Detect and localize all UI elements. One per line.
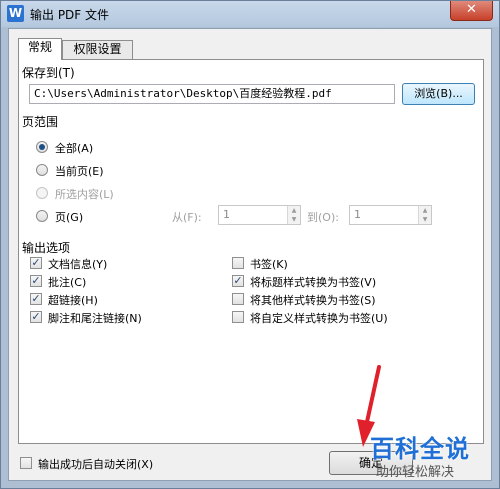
output-options-label: 输出选项 — [22, 239, 74, 256]
checkbox-hyperlinks[interactable]: ✓ — [30, 293, 42, 305]
close-button[interactable]: ✕ — [450, 1, 493, 21]
browse-button[interactable]: 浏览(B)... — [402, 83, 475, 105]
tab-permissions[interactable]: 权限设置 — [62, 40, 133, 59]
to-page-stepper[interactable]: 1 ▲ ▼ — [349, 205, 432, 225]
page-range-label: 页范围 — [22, 113, 62, 130]
to-label: 到(O): — [307, 211, 339, 224]
save-to-divider — [86, 73, 476, 74]
checkbox-comments-label: 批注(C) — [48, 276, 87, 289]
checkbox-heading-bookmarks-label: 将标题样式转换为书签(V) — [250, 276, 377, 289]
watermark-subtitle: 助你轻松解决 — [376, 465, 455, 480]
dialog-body: 常规 权限设置 保存到(T) C:\Users\Administrator\De… — [8, 28, 492, 481]
checkbox-doc-info-label: 文档信息(Y) — [48, 258, 108, 271]
from-label: 从(F): — [172, 211, 202, 224]
wps-app-icon: W — [7, 5, 24, 22]
checkbox-footnote-links-label: 脚注和尾注链接(N) — [48, 312, 142, 325]
from-page-value: 1 — [223, 208, 230, 221]
radio-selection-label: 所选内容(L) — [55, 188, 114, 201]
radio-all-label: 全部(A) — [55, 142, 94, 155]
checkbox-doc-info[interactable]: ✓ — [30, 257, 42, 269]
checkbox-auto-close-label: 输出成功后自动关闭(X) — [38, 458, 154, 471]
checkbox-custom-style-bookmarks[interactable] — [232, 311, 244, 323]
window-title: 输出 PDF 文件 — [30, 8, 110, 22]
tab-general[interactable]: 常规 — [18, 38, 62, 60]
radio-all[interactable] — [36, 141, 48, 153]
checkbox-bookmarks-label: 书签(K) — [250, 258, 288, 271]
title-bar[interactable]: W 输出 PDF 文件 ✕ — [1, 1, 499, 27]
watermark-title: 百科全说 — [370, 435, 470, 463]
from-page-stepper[interactable]: 1 ▲ ▼ — [218, 205, 301, 225]
from-spin-arrows-icon[interactable]: ▲ ▼ — [287, 206, 300, 224]
radio-selection[interactable] — [36, 187, 48, 199]
checkbox-comments[interactable]: ✓ — [30, 275, 42, 287]
save-path-input[interactable]: C:\Users\Administrator\Desktop\百度经验教程.pd… — [29, 84, 395, 104]
radio-current-page[interactable] — [36, 164, 48, 176]
radio-current-page-label: 当前页(E) — [55, 165, 104, 178]
general-panel: 保存到(T) C:\Users\Administrator\Desktop\百度… — [18, 59, 484, 444]
checkbox-bookmarks[interactable] — [232, 257, 244, 269]
checkbox-heading-bookmarks[interactable]: ✓ — [232, 275, 244, 287]
output-options-divider — [77, 248, 476, 249]
checkbox-other-style-bookmarks[interactable] — [232, 293, 244, 305]
checkbox-footnote-links[interactable]: ✓ — [30, 311, 42, 323]
checkbox-custom-style-bookmarks-label: 将自定义样式转换为书签(U) — [250, 312, 388, 325]
export-pdf-dialog: W 输出 PDF 文件 ✕ 常规 权限设置 保存到(T) C:\Users\Ad… — [0, 0, 500, 489]
to-spin-arrows-icon[interactable]: ▲ ▼ — [418, 206, 431, 224]
to-page-value: 1 — [354, 208, 361, 221]
radio-pages[interactable] — [36, 210, 48, 222]
close-icon: ✕ — [466, 2, 477, 17]
checkbox-auto-close[interactable] — [20, 457, 32, 469]
checkbox-other-style-bookmarks-label: 将其他样式转换为书签(S) — [250, 294, 376, 307]
page-range-divider — [65, 122, 476, 123]
radio-pages-label: 页(G) — [55, 211, 84, 224]
checkbox-hyperlinks-label: 超链接(H) — [48, 294, 98, 307]
watermark: 百科全说 助你轻松解决 — [370, 429, 490, 480]
save-to-label: 保存到(T) — [22, 64, 78, 81]
